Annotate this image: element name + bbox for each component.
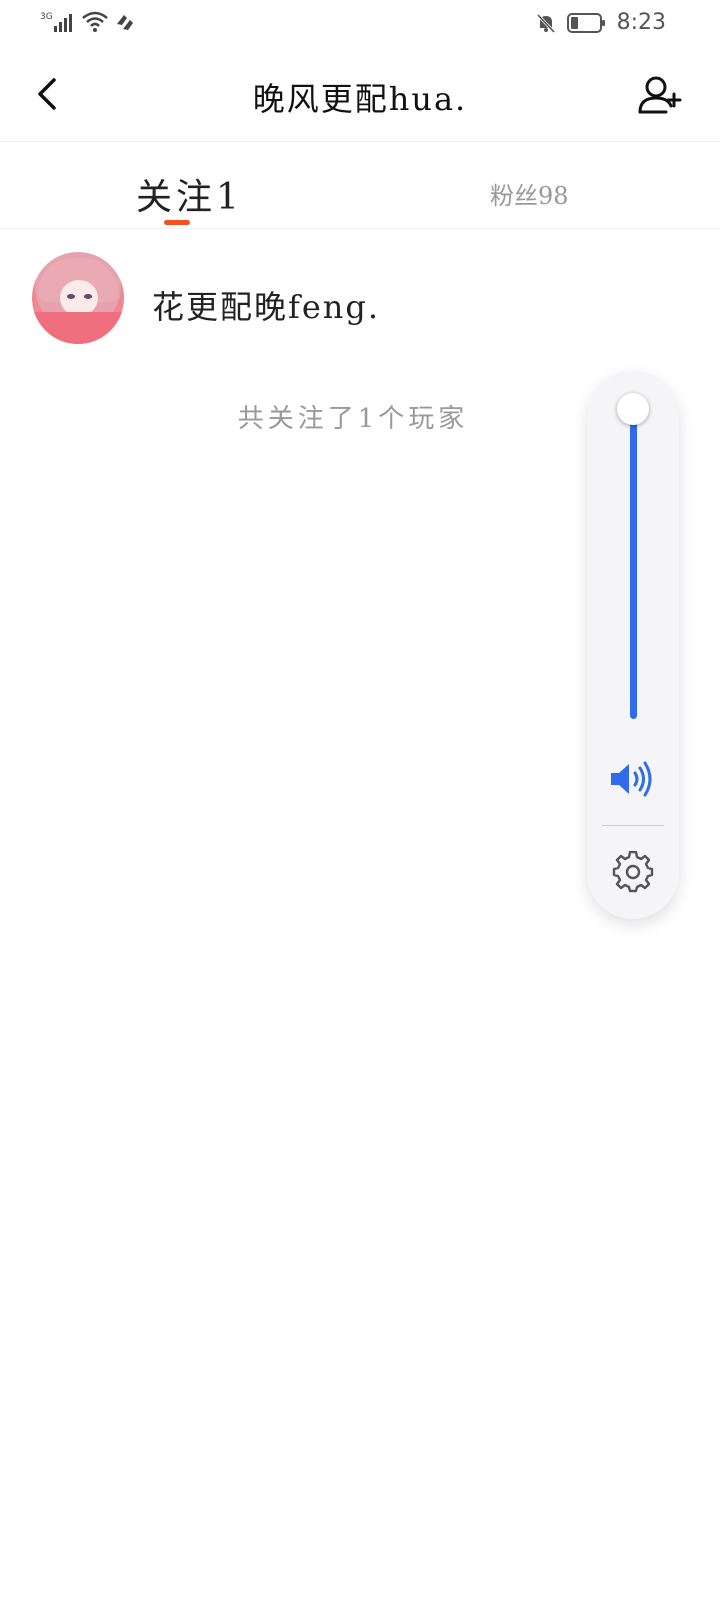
signal-icon: 3G [40,12,72,32]
tab-active-indicator [164,220,190,225]
add-user-icon [638,76,682,114]
volume-panel [587,371,679,919]
status-left: 3G [40,10,136,34]
status-right: 8:23 [535,10,666,35]
volume-slider-track[interactable] [630,409,637,719]
svg-text:3G: 3G [40,12,53,22]
tab-following[interactable]: 关注1 [136,168,243,220]
list-item[interactable]: 花更配晚feng. [0,250,720,350]
tab-fans[interactable]: 粉丝98 [490,176,569,211]
volume-settings-button[interactable] [612,850,654,893]
speaker-button[interactable] [609,759,657,799]
page-title: 晚风更配hua. [252,80,468,118]
wifi-icon [82,11,108,32]
user-name[interactable]: 花更配晚feng. [152,282,380,328]
header: 晚风更配hua. [0,48,720,142]
data-saver-icon [117,15,133,30]
volume-divider [602,825,664,826]
add-user-button[interactable] [636,72,684,120]
gear-icon [612,850,654,893]
status-bar: 3G 8:23 [0,0,720,48]
avatar[interactable] [32,252,124,344]
battery-icon [566,12,605,33]
speaker-icon [611,761,652,797]
status-time: 8:23 [616,10,666,35]
volume-slider-knob[interactable] [617,393,649,425]
silent-bell-icon [536,13,555,33]
tab-bar: 关注1 粉丝98 [0,142,720,229]
